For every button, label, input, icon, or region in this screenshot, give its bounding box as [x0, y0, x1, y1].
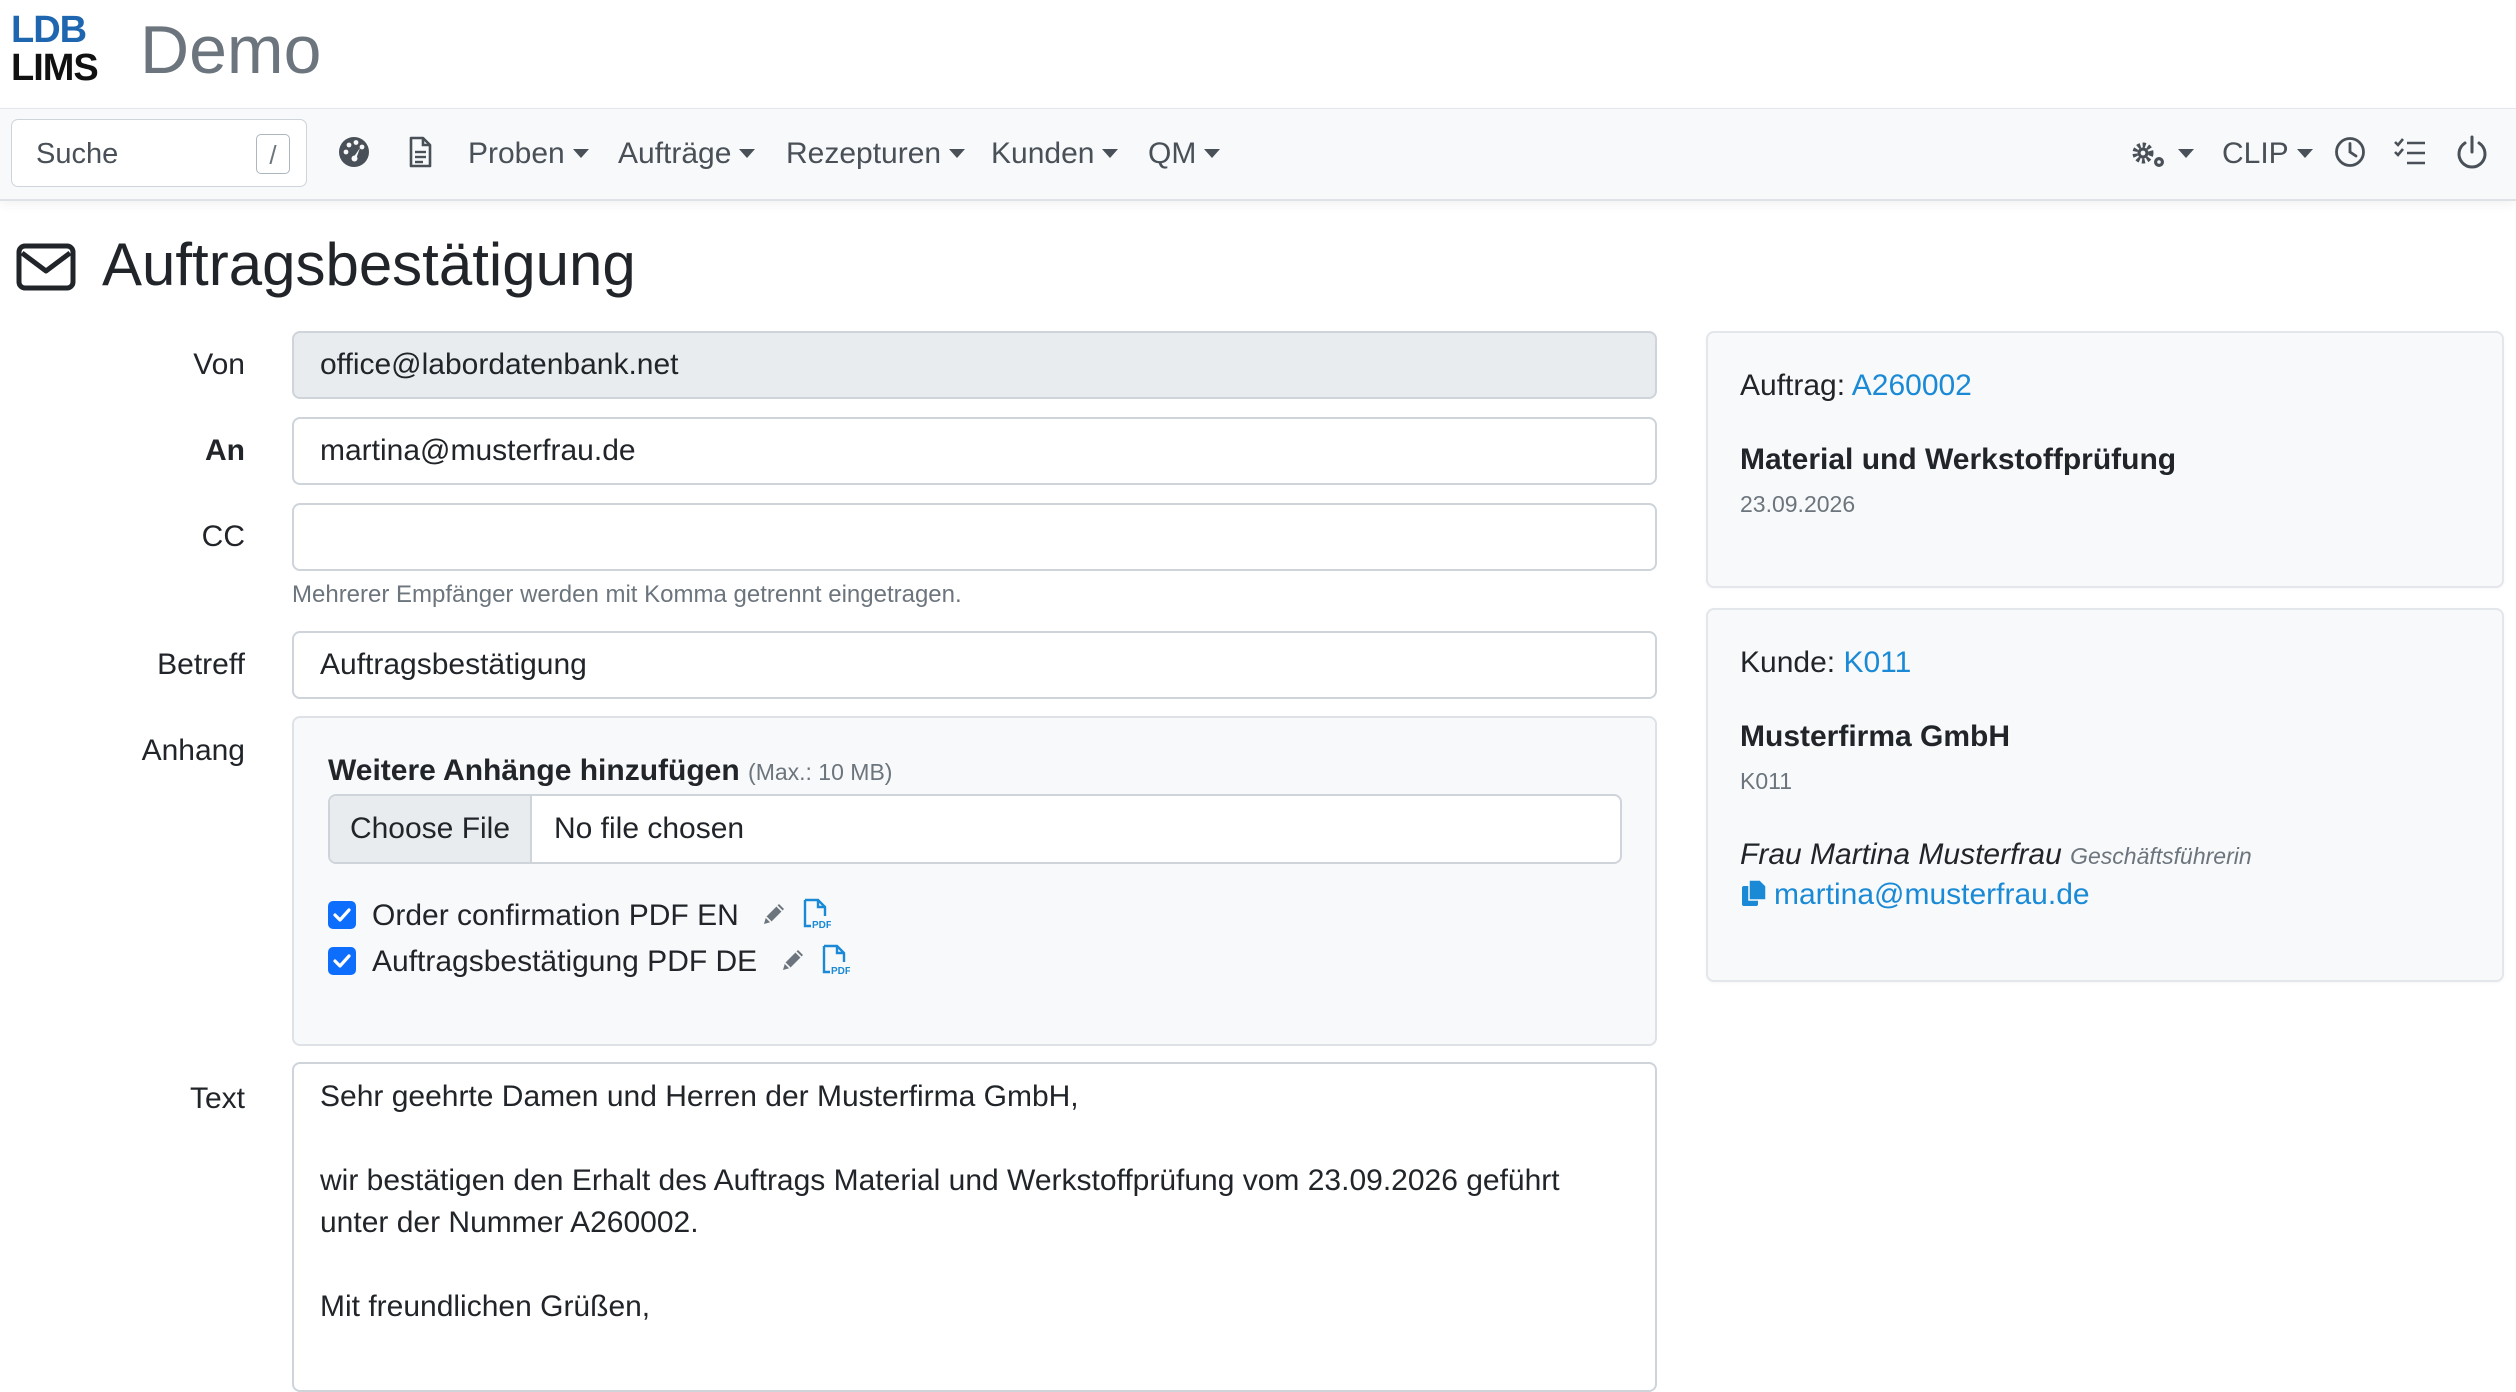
betreff-label: Betreff: [157, 648, 245, 681]
attachment-item: Order confirmation PDF EN PDF: [328, 896, 831, 936]
chevron-down-icon: [2178, 148, 2194, 158]
menu-kunden[interactable]: Kunden: [991, 135, 1119, 173]
order-card: Auftrag: A260002 Material und Werkstoffp…: [1706, 331, 2504, 588]
contact-role: Geschäftsführerin: [2070, 843, 2252, 869]
pdf-icon[interactable]: PDF: [801, 898, 831, 930]
customer-card: Kunde: K011 Musterfirma GmbH K011 Frau M…: [1706, 608, 2504, 982]
menu-rezepturen[interactable]: Rezepturen: [786, 135, 966, 173]
pencil-icon[interactable]: [778, 945, 808, 975]
file-status: No file chosen: [554, 812, 745, 845]
settings-icon: [2132, 142, 2164, 168]
chevron-down-icon: [949, 148, 966, 158]
chevron-down-icon: [2296, 148, 2313, 158]
search-input[interactable]: [34, 134, 258, 174]
order-date: 23.09.2026: [1740, 491, 1856, 517]
menu-auftraege[interactable]: Aufträge: [618, 135, 756, 173]
message-line: Sehr geehrte Damen und Herren der Muster…: [320, 1080, 1079, 1113]
customer-name-link[interactable]: Musterfirma GmbH: [1740, 720, 2010, 754]
cc-field[interactable]: [292, 503, 1657, 571]
svg-text:PDF: PDF: [831, 966, 850, 976]
attachment-checkbox[interactable]: [328, 947, 356, 976]
contact-name: Frau Martina Musterfrau: [1740, 838, 2062, 871]
top-bar: LDB LIMS Demo: [0, 0, 2516, 108]
order-reference: Auftrag: A260002: [1740, 369, 1972, 403]
order-id-link[interactable]: A260002: [1852, 369, 1972, 402]
cc-label: CC: [201, 520, 245, 553]
search-box[interactable]: /: [11, 119, 307, 187]
attachments-heading-text: Weitere Anhänge hinzufügen: [328, 754, 740, 787]
menu-qm-label: QM: [1148, 137, 1197, 170]
an-label: An: [205, 434, 245, 467]
svg-text:PDF: PDF: [812, 920, 831, 930]
menu-proben[interactable]: Proben: [468, 135, 589, 173]
customer-reference: Kunde: K011: [1740, 646, 1911, 680]
pdf-icon[interactable]: PDF: [820, 944, 850, 976]
order-title: Material und Werkstoffprüfung: [1740, 443, 2177, 476]
message-line: Mit freundlichen Grüßen,: [320, 1290, 651, 1323]
menu-rezepturen-label: Rezepturen: [786, 137, 942, 170]
envelope-icon: [16, 243, 76, 291]
attachment-label: Order confirmation PDF EN: [372, 899, 739, 932]
attachment-label: Auftragsbestätigung PDF DE: [372, 945, 758, 978]
logo-line-2: LIMS: [11, 47, 99, 89]
copy-icon[interactable]: [1740, 878, 1768, 908]
von-label: Von: [193, 348, 245, 381]
menu-proben-label: Proben: [468, 137, 565, 170]
contact-email: martina@musterfrau.de: [1740, 878, 2090, 912]
attachments-panel: Weitere Anhänge hinzufügen (Max.: 10 MB)…: [292, 716, 1657, 1046]
attachments-heading: Weitere Anhänge hinzufügen (Max.: 10 MB): [328, 754, 892, 788]
an-field[interactable]: martina@musterfrau.de: [292, 417, 1657, 485]
logo-line-1: LDB: [11, 9, 87, 51]
app-logo[interactable]: LDB LIMS: [11, 10, 107, 88]
message-line: wir bestätigen den Erhalt des Auftrags M…: [320, 1164, 1560, 1239]
clock-icon[interactable]: [2332, 134, 2368, 170]
choose-file-button[interactable]: Choose File: [330, 796, 532, 862]
customer-code: K011: [1740, 768, 1793, 794]
chevron-down-icon: [1204, 148, 1221, 158]
chevron-down-icon: [739, 148, 756, 158]
message-textarea[interactable]: Sehr geehrte Damen und Herren der Muster…: [292, 1062, 1657, 1392]
order-label: Auftrag:: [1740, 369, 1846, 402]
pencil-icon[interactable]: [759, 899, 789, 929]
document-icon[interactable]: [402, 134, 438, 170]
betreff-field[interactable]: Auftragsbestätigung: [292, 631, 1657, 699]
tasks-icon[interactable]: [2392, 134, 2428, 170]
attachment-checkbox[interactable]: [328, 901, 356, 930]
attachments-max-size: (Max.: 10 MB): [748, 759, 893, 785]
contact-email-link[interactable]: martina@musterfrau.de: [1774, 878, 2090, 911]
user-name: CLIP: [2222, 137, 2289, 170]
menu-qm[interactable]: QM: [1148, 135, 1221, 173]
file-input[interactable]: Choose File No file chosen: [328, 794, 1622, 864]
app-title: Demo: [140, 12, 322, 88]
chevron-down-icon: [572, 148, 589, 158]
anhang-label: Anhang: [141, 734, 245, 767]
user-menu[interactable]: CLIP: [2222, 135, 2313, 173]
page-title: Auftragsbestätigung: [102, 231, 636, 298]
customer-id-link[interactable]: K011: [1843, 646, 1911, 679]
cc-help-text: Mehrerer Empfänger werden mit Komma getr…: [292, 581, 962, 608]
power-icon[interactable]: [2454, 134, 2490, 170]
main-navbar: / Proben Aufträge Rezepturen Kunden QM C…: [0, 108, 2516, 201]
text-label: Text: [189, 1082, 245, 1115]
menu-kunden-label: Kunden: [991, 137, 1095, 170]
contact-person: Frau Martina Musterfrau Geschäftsführeri…: [1740, 838, 2252, 872]
chevron-down-icon: [1102, 148, 1119, 158]
attachment-item: Auftragsbestätigung PDF DE PDF: [328, 942, 850, 982]
dashboard-icon[interactable]: [336, 134, 372, 170]
von-field: office@labordatenbank.net: [292, 331, 1657, 399]
menu-auftraege-label: Aufträge: [618, 137, 732, 170]
settings-menu[interactable]: [2130, 135, 2194, 173]
customer-label: Kunde:: [1740, 646, 1836, 679]
search-shortcut-hint: /: [256, 134, 290, 174]
